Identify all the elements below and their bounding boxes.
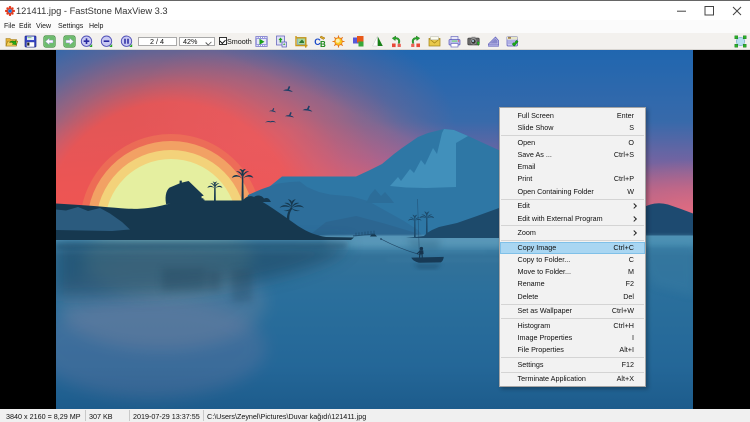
svg-text:B: B: [320, 40, 326, 48]
